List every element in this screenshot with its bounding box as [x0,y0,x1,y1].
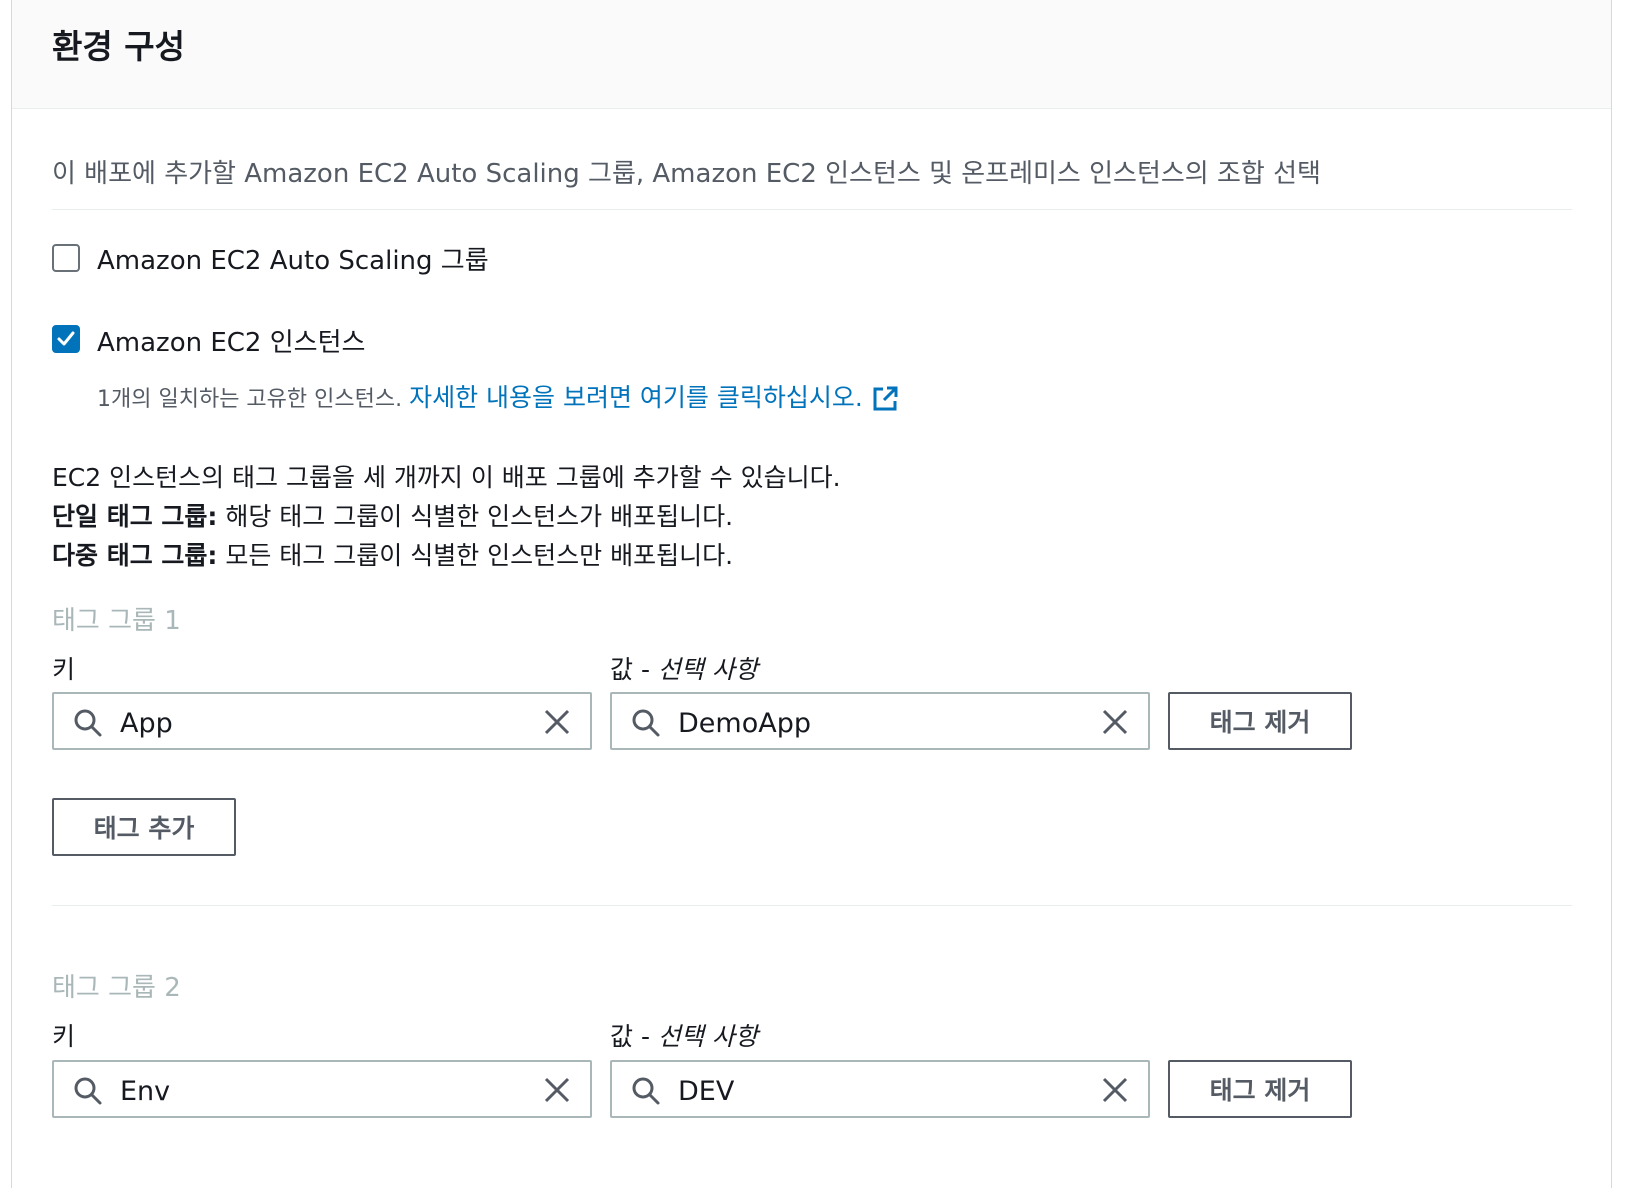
value-label-main: 값 - [610,655,658,684]
tag-group-info: EC2 인스턴스의 태그 그룹을 세 개까지 이 배포 그룹에 추가할 수 있습… [52,463,841,492]
add-tag-button[interactable]: 태그 추가 [52,798,236,856]
single-tag-group-heading: 단일 태그 그룹: [52,502,218,531]
asg-checkbox-label[interactable]: Amazon EC2 Auto Scaling 그룹 [97,240,489,277]
tag-group-1-value-value[interactable]: DemoApp [678,708,811,739]
external-link-icon[interactable] [871,385,899,413]
tag-group-2-key-value[interactable]: Env [120,1076,170,1107]
tag-group-2-key-input[interactable]: Env [52,1060,592,1118]
details-link-text[interactable]: 자세한 내용을 보려면 여기를 클릭하십시오. [409,383,863,412]
tag-group-2-value-input[interactable]: DEV [610,1060,1150,1118]
close-icon[interactable] [542,1075,572,1105]
tag-group-1-key-value[interactable]: App [120,708,173,739]
value-label-main: 값 - [610,1022,658,1051]
multi-tag-group-heading: 다중 태그 그룹: [52,541,218,570]
search-icon [632,709,660,737]
ec2-checkbox-label[interactable]: Amazon EC2 인스턴스 [97,322,365,359]
divider [52,905,1572,906]
close-icon[interactable] [1100,707,1130,737]
panel-title: 환경 구성 [52,27,185,66]
match-count-text: 1개의 일치하는 고유한 인스턴스. [97,387,403,412]
search-icon [632,1077,660,1105]
asg-checkbox[interactable] [52,244,80,272]
multi-tag-group-text: 모든 태그 그룹이 식별한 인스턴스만 배포됩니다. [217,541,734,570]
value-label-optional: 선택 사항 [657,655,758,684]
tag-group-1-value-label: 값 - 선택 사항 [610,650,758,686]
environment-config-panel: 환경 구성 이 배포에 추가할 Amazon EC2 Auto Scaling … [11,0,1612,1188]
tag-group-1-key-label: 키 [52,655,76,684]
multi-tag-group-info: 다중 태그 그룹: 모든 태그 그룹이 식별한 인스턴스만 배포됩니다. [52,536,733,572]
ec2-match-description: 1개의 일치하는 고유한 인스턴스. 자세한 내용을 보려면 여기를 클릭하십시… [97,378,899,414]
tag-group-2-value-value[interactable]: DEV [678,1076,734,1107]
ec2-checkbox[interactable] [52,325,80,353]
close-icon[interactable] [542,707,572,737]
tag-group-1-title: 태그 그룹 1 [52,606,181,636]
search-icon [74,709,102,737]
checkmark-icon [57,331,75,346]
search-icon [74,1077,102,1105]
tag-group-2-remove-button[interactable]: 태그 제거 [1168,1060,1352,1118]
tag-group-1-key-input[interactable]: App [52,692,592,750]
single-tag-group-info: 단일 태그 그룹: 해당 태그 그룹이 식별한 인스턴스가 배포됩니다. [52,497,733,533]
tag-group-1-remove-button[interactable]: 태그 제거 [1168,692,1352,750]
details-link[interactable]: 자세한 내용을 보려면 여기를 클릭하십시오. [409,383,899,412]
divider [52,209,1572,210]
panel-header: 환경 구성 [12,0,1611,109]
tag-group-2-value-label: 값 - 선택 사항 [610,1017,758,1053]
tag-group-1-value-input[interactable]: DemoApp [610,692,1150,750]
intro-text: 이 배포에 추가할 Amazon EC2 Auto Scaling 그룹, Am… [52,159,1321,189]
tag-group-2-title: 태그 그룹 2 [52,973,181,1003]
value-label-optional: 선택 사항 [657,1022,758,1051]
tag-group-2-key-label: 키 [52,1022,76,1051]
single-tag-group-text: 해당 태그 그룹이 식별한 인스턴스가 배포됩니다. [217,502,734,531]
close-icon[interactable] [1100,1075,1130,1105]
